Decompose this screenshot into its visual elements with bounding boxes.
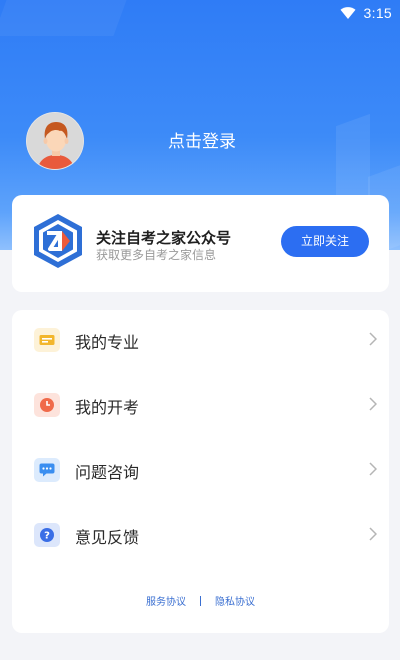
wifi-icon [340, 7, 356, 19]
avatar[interactable] [26, 112, 84, 170]
footer-links: 服务协议 隐私协议 [12, 593, 389, 608]
service-agreement-link[interactable]: 服务协议 [146, 593, 186, 608]
menu-item-label: 意见反馈 [75, 528, 140, 547]
follow-button[interactable]: 立即关注 [281, 226, 369, 257]
chevron-right-icon [369, 397, 377, 411]
status-bar: 3:15 [0, 0, 400, 26]
footer-divider [200, 595, 201, 606]
chevron-right-icon [369, 527, 377, 541]
menu-item-label: 我的开考 [75, 398, 140, 417]
chevron-right-icon [369, 462, 377, 476]
menu-item-feedback[interactable]: ? 意见反馈 [12, 511, 389, 559]
menu-item-exam[interactable]: 我的开考 [12, 381, 389, 429]
menu-item-label: 我的专业 [75, 333, 140, 352]
logo-icon [34, 214, 82, 268]
menu-item-label: 问题咨询 [75, 463, 140, 482]
login-link[interactable]: 点击登录 [140, 127, 264, 152]
chevron-right-icon [369, 332, 377, 346]
question-icon: ? [34, 523, 60, 547]
avatar-illustration [27, 113, 83, 169]
chat-icon [34, 458, 60, 482]
menu-card: 我的专业 我的开考 问题咨询 ? 意见反馈 服务协议 隐私协议 [12, 310, 389, 633]
svg-text:?: ? [44, 531, 50, 542]
menu-item-major[interactable]: 我的专业 [12, 316, 389, 364]
menu-item-consult[interactable]: 问题咨询 [12, 446, 389, 494]
follow-subtitle: 获取更多自考之家信息 [96, 248, 217, 262]
briefcase-icon [34, 328, 60, 352]
follow-card: 关注自考之家公众号 获取更多自考之家信息 立即关注 [12, 195, 389, 292]
follow-title: 关注自考之家公众号 [96, 229, 232, 247]
status-time: 3:15 [363, 5, 392, 21]
clock-icon [34, 393, 60, 417]
privacy-policy-link[interactable]: 隐私协议 [215, 593, 255, 608]
